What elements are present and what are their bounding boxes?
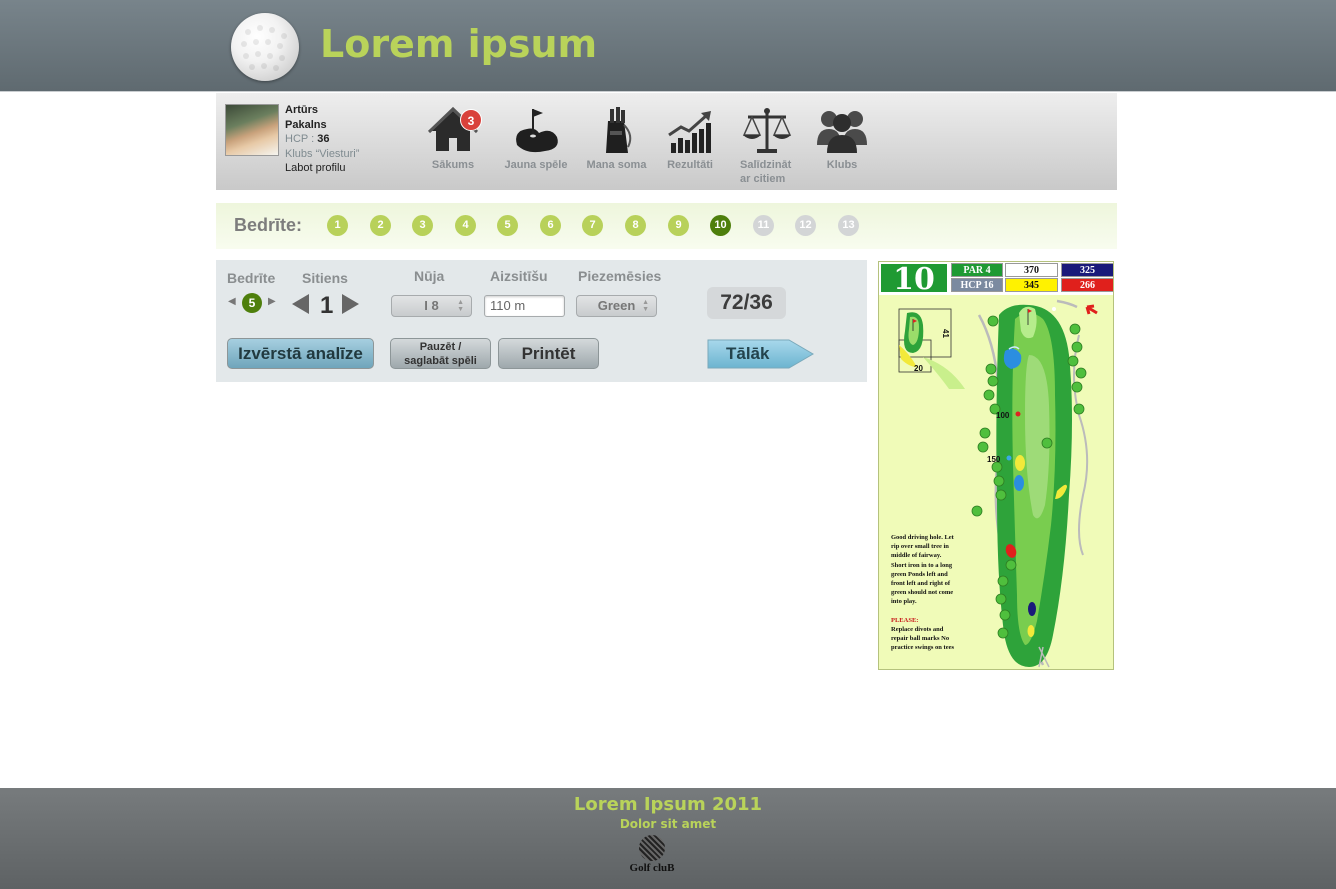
nav-item-home[interactable]: 3 Sākums — [426, 105, 482, 172]
hole-card: 10 PAR 4 HCP 16 370 325 345 266 100 150 … — [878, 261, 1114, 670]
marker-100: 100 — [996, 411, 1010, 420]
pause-button-line1: Pauzēt / — [419, 341, 462, 353]
stroke-label: Sitiens — [302, 270, 348, 286]
please-title: PLEASE: — [891, 616, 919, 624]
yardage-yellow: 345 — [1005, 278, 1058, 292]
hole-button-8[interactable]: 8 — [625, 215, 646, 236]
hcp-cell: HCP 16 — [951, 278, 1003, 292]
profile-first-name: Artūrs — [285, 104, 319, 116]
nav-label-club: Klubs — [826, 159, 858, 171]
hole-button-12[interactable]: 12 — [795, 215, 816, 236]
site-title[interactable]: Lorem ipsum — [320, 22, 597, 66]
hole-button-9[interactable]: 9 — [668, 215, 689, 236]
nav-label-results: Rezultāti — [667, 159, 713, 171]
landing-select[interactable]: Green ▲ ▼ — [576, 295, 657, 317]
yardage-red: 266 — [1061, 278, 1113, 292]
hole-card-header: 10 PAR 4 HCP 16 370 325 345 266 — [879, 262, 1113, 296]
golf-green-icon — [509, 105, 563, 155]
pause-save-button[interactable]: Pauzēt / saglabāt spēli — [390, 338, 491, 369]
distance-input[interactable]: 110 m — [484, 295, 565, 317]
nav-label-new-game: Jauna spēle — [504, 159, 568, 171]
spinner-icon: ▲ ▼ — [457, 299, 464, 313]
pause-button-line2: saglabāt spēli — [404, 355, 477, 367]
hole-button-10[interactable]: 10 — [710, 215, 731, 236]
golf-club-logo[interactable]: Golf cluB — [622, 835, 682, 879]
edit-profile-link[interactable]: Labot profilu — [285, 161, 359, 176]
club-name: Klubs “Viesturi” — [285, 147, 360, 160]
hole-selector: Bedrīte: 1 2 3 4 5 6 7 8 9 10 11 12 13 — [216, 203, 1117, 249]
yardage-blue: 325 — [1061, 263, 1113, 277]
prev-stroke-arrow-icon[interactable] — [292, 294, 309, 314]
golf-bag-icon — [590, 105, 644, 155]
footer-title: Lorem Ipsum 2011 — [573, 794, 763, 815]
landing-label: Piezemēsies — [578, 268, 662, 284]
current-hole-number: 5 — [242, 293, 262, 313]
nav-label-home: Sākums — [431, 159, 475, 171]
golf-ball-icon — [639, 835, 665, 861]
nav-label-my-bag: Mana soma — [586, 159, 647, 171]
spinner-icon: ▲ ▼ — [642, 299, 649, 313]
hole-note-text: Good driving hole. Let rip over small tr… — [891, 534, 954, 606]
nav-item-club[interactable]: Klubs — [815, 105, 869, 172]
next-button[interactable]: Tālāk — [707, 339, 815, 369]
landing-select-value: Green — [597, 298, 636, 313]
logo-text: Golf cluB — [629, 862, 675, 874]
hole-button-4[interactable]: 4 — [455, 215, 476, 236]
next-hole-arrow-icon[interactable]: ▶ — [268, 296, 276, 307]
next-stroke-arrow-icon[interactable] — [342, 294, 359, 314]
yardage-white: 370 — [1005, 263, 1058, 277]
footer-subtitle: Dolor sit amet — [619, 817, 717, 831]
profile-info: Artūrs Pakalns HCP : 36 Klubs “Viesturi”… — [285, 103, 359, 176]
avatar[interactable] — [225, 104, 279, 156]
hole-card-number: 10 — [879, 262, 949, 296]
par-cell: PAR 4 — [951, 263, 1003, 277]
green-width-dim: 20 — [914, 364, 923, 373]
nav-item-results[interactable]: Rezultāti — [663, 105, 717, 172]
hcp-label: HCP : — [285, 133, 315, 145]
stroke-value: 1 — [320, 292, 334, 319]
golf-ball-logo-icon[interactable] — [231, 13, 299, 81]
hole-button-7[interactable]: 7 — [582, 215, 603, 236]
scales-icon — [740, 105, 794, 155]
club-select[interactable]: I 8 ▲ ▼ — [391, 295, 472, 317]
hole-button-5[interactable]: 5 — [497, 215, 518, 236]
hole-button-3[interactable]: 3 — [412, 215, 433, 236]
hole-button-6[interactable]: 6 — [540, 215, 561, 236]
detailed-analysis-button[interactable]: Izvērstā analīze — [227, 338, 374, 369]
nav-label-compare: Salīdzināt ar citiem — [740, 159, 792, 185]
score-display: 72/36 — [707, 287, 786, 319]
green-depth-dim: 41 — [940, 329, 950, 338]
holes-label: Bedrīte: — [234, 215, 303, 235]
nav-item-my-bag[interactable]: Mana soma — [583, 105, 650, 172]
hole-map: 100 150 41 20 Good driving hole. Let rip… — [879, 295, 1113, 669]
hole-button-13[interactable]: 13 — [838, 215, 859, 236]
chart-up-icon — [663, 105, 717, 155]
hole-description: Good driving hole. Let rip over small tr… — [891, 533, 957, 652]
print-button[interactable]: Printēt — [498, 338, 599, 369]
distance-label: Aizsitīšu — [490, 268, 548, 284]
site-footer: Lorem Ipsum 2011 Dolor sit amet Golf clu… — [0, 788, 1336, 889]
user-toolbar: Artūrs Pakalns HCP : 36 Klubs “Viesturi”… — [216, 93, 1117, 190]
marker-150: 150 — [987, 455, 1001, 464]
nav-item-compare[interactable]: Salīdzināt ar citiem — [733, 105, 801, 186]
notification-badge: 3 — [460, 109, 482, 131]
club-label: Nūja — [414, 268, 445, 284]
please-text: Replace divots and repair ball marks No … — [891, 625, 955, 652]
people-icon — [815, 105, 869, 155]
prev-hole-arrow-icon[interactable]: ◀ — [228, 296, 236, 307]
club-select-value: I 8 — [424, 298, 439, 313]
hole-button-11[interactable]: 11 — [753, 215, 774, 236]
next-button-label: Tālāk — [726, 344, 770, 363]
hcp-value: 36 — [317, 133, 330, 145]
home-icon: 3 — [426, 105, 482, 155]
stroke-entry-panel: Bedrīte ◀ 5 ▶ Sitiens 1 Nūja I 8 ▲ ▼ Aizs… — [216, 260, 867, 382]
site-header: Lorem ipsum — [0, 0, 1336, 92]
hole-button-2[interactable]: 2 — [370, 215, 391, 236]
profile-last-name: Pakalns — [285, 118, 327, 131]
hole-label: Bedrīte — [227, 270, 276, 286]
hole-button-1[interactable]: 1 — [327, 215, 348, 236]
nav-item-new-game[interactable]: Jauna spēle — [501, 105, 571, 172]
